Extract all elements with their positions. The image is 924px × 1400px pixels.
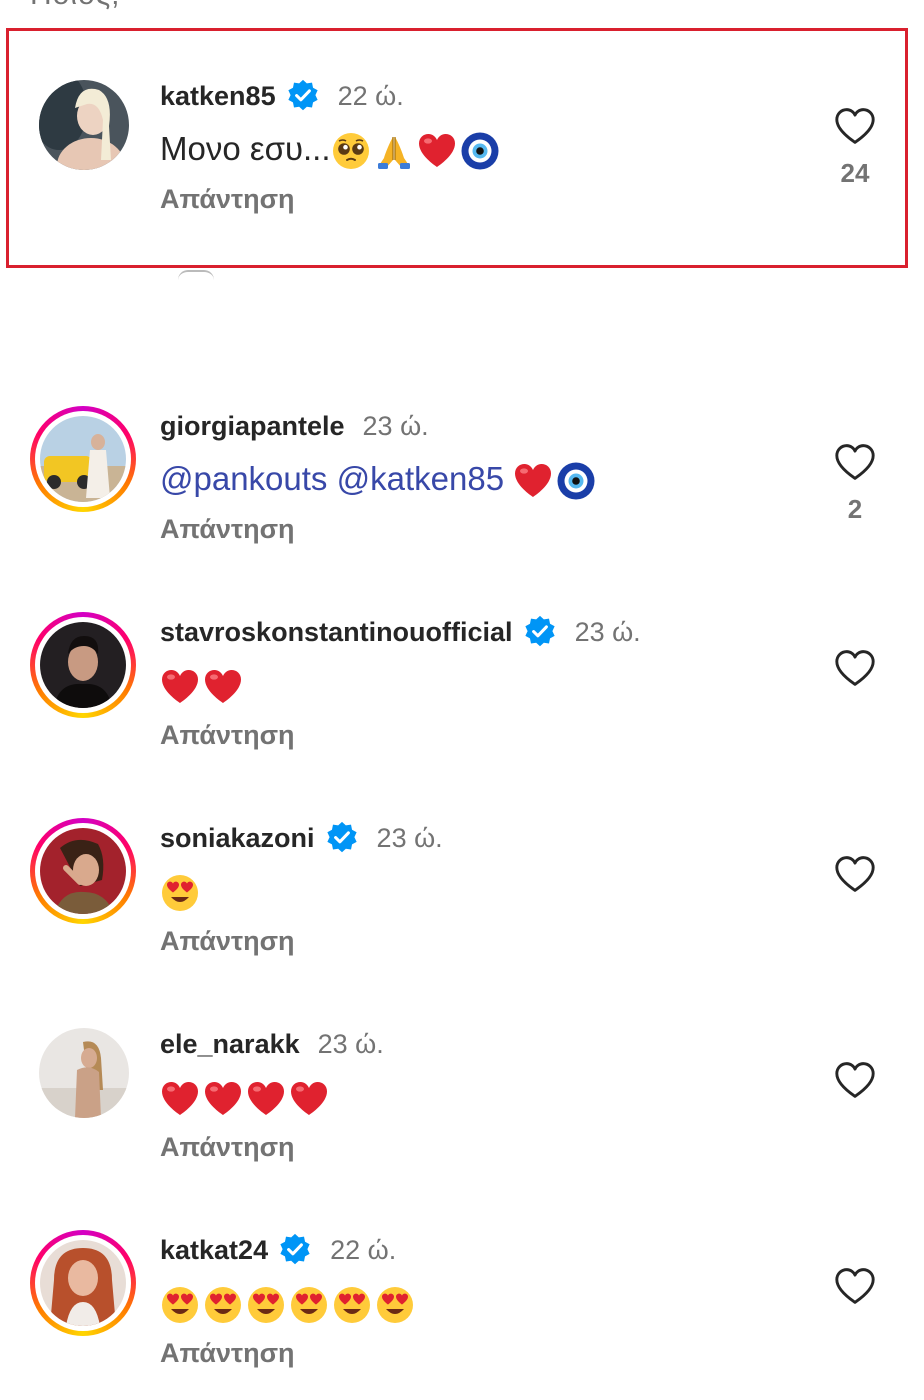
- comment-item: katken85 22 ώ. Μονο εσυ... Απάντηση 24: [0, 76, 924, 246]
- comment-item: katkat24 22 ώ. Απάντηση: [0, 1230, 924, 1400]
- comment-time: 23 ώ.: [376, 822, 443, 853]
- red-heart-emoji-icon: [160, 1079, 200, 1119]
- verified-badge-icon: [278, 1233, 312, 1267]
- avatar-image: [39, 1028, 129, 1118]
- comment-item: stavroskonstantinouofficial 23 ώ. Απάντη…: [0, 612, 924, 782]
- username[interactable]: ele_narakk: [160, 1029, 300, 1060]
- heart-eyes-emoji-icon: [160, 1285, 200, 1325]
- like-count: 2: [847, 494, 863, 524]
- avatar-image: [40, 828, 126, 914]
- comment-item: soniakazoni 23 ώ. Απάντηση: [0, 818, 924, 988]
- avatar-image: [39, 80, 129, 170]
- heart-eyes-emoji-icon: [160, 873, 200, 913]
- avatar[interactable]: [30, 1230, 136, 1336]
- avatar-image: [40, 622, 126, 708]
- red-heart-emoji-icon: [289, 1079, 329, 1119]
- username[interactable]: katken85: [160, 81, 276, 112]
- header-fragment: Ποιος;: [30, 0, 121, 12]
- comment-header: katkat24 22 ώ.: [160, 1232, 396, 1268]
- reply-button[interactable]: Απάντηση: [160, 184, 295, 215]
- comment-time: 22 ώ.: [337, 80, 404, 111]
- comment-body: Μονο εσυ...: [160, 130, 331, 167]
- heart-outline-icon[interactable]: [833, 1060, 877, 1100]
- username[interactable]: giorgiapantele: [160, 411, 345, 442]
- heart-outline-icon[interactable]: [833, 106, 877, 146]
- red-heart-emoji-icon: [513, 461, 553, 501]
- mention-link[interactable]: @pankouts: [160, 460, 327, 497]
- folded-hands-emoji-icon: [374, 131, 414, 171]
- comment-time: 23 ώ.: [362, 410, 429, 441]
- username[interactable]: soniakazoni: [160, 823, 315, 854]
- like-count: 24: [840, 158, 870, 188]
- comment-time: 22 ώ.: [330, 1234, 397, 1265]
- red-heart-emoji-icon: [246, 1079, 286, 1119]
- reply-button[interactable]: Απάντηση: [160, 720, 295, 751]
- comment-text: @pankouts @katken85: [160, 454, 599, 504]
- avatar[interactable]: [30, 818, 136, 924]
- heart-eyes-emoji-icon: [375, 1285, 415, 1325]
- heart-eyes-emoji-icon: [203, 1285, 243, 1325]
- comment-text: [160, 866, 203, 916]
- nazar-amulet-emoji-icon: [460, 131, 500, 171]
- comment-header: giorgiapantele 23 ώ.: [160, 408, 429, 444]
- avatar-image: [40, 1240, 126, 1326]
- heart-outline-icon[interactable]: [833, 442, 877, 482]
- avatar[interactable]: [30, 406, 136, 512]
- pleading-face-emoji-icon: [331, 131, 371, 171]
- heart-outline-icon[interactable]: [833, 1266, 877, 1306]
- like-control: 2: [830, 442, 880, 525]
- username[interactable]: stavroskonstantinouofficial: [160, 617, 513, 648]
- red-heart-emoji-icon: [160, 667, 200, 707]
- heart-outline-icon[interactable]: [833, 648, 877, 688]
- red-heart-emoji-icon: [417, 131, 457, 171]
- reply-button[interactable]: Απάντηση: [160, 1132, 295, 1163]
- reply-button[interactable]: Απάντηση: [160, 1338, 295, 1369]
- like-control: [830, 648, 880, 688]
- like-control: [830, 1060, 880, 1100]
- heart-outline-icon[interactable]: [833, 854, 877, 894]
- like-control: 24: [830, 106, 880, 189]
- verified-badge-icon: [325, 821, 359, 855]
- partial-avatar-edge: [178, 270, 214, 280]
- reply-button[interactable]: Απάντηση: [160, 926, 295, 957]
- red-heart-emoji-icon: [203, 667, 243, 707]
- comment-time: 23 ώ.: [317, 1028, 384, 1059]
- comment-item: giorgiapantele 23 ώ. @pankouts @katken85…: [0, 406, 924, 576]
- comment-text: Μονο εσυ...: [160, 124, 503, 174]
- mention-link[interactable]: @katken85: [337, 460, 504, 497]
- like-control: [830, 854, 880, 894]
- comment-text: [160, 660, 246, 710]
- comment-header: katken85 22 ώ.: [160, 78, 404, 114]
- red-heart-emoji-icon: [203, 1079, 243, 1119]
- heart-eyes-emoji-icon: [246, 1285, 286, 1325]
- comment-header: ele_narakk 23 ώ.: [160, 1026, 384, 1062]
- comment-header: stavroskonstantinouofficial 23 ώ.: [160, 614, 641, 650]
- comments-screen: Ποιος; katken85 22 ώ. Μονο εσυ... Απάντη…: [0, 0, 924, 1400]
- like-control: [830, 1266, 880, 1306]
- heart-eyes-emoji-icon: [332, 1285, 372, 1325]
- comment-text: [160, 1278, 418, 1328]
- verified-badge-icon: [523, 615, 557, 649]
- username[interactable]: katkat24: [160, 1235, 268, 1266]
- verified-badge-icon: [286, 79, 320, 113]
- reply-button[interactable]: Απάντηση: [160, 514, 295, 545]
- avatar-image: [40, 416, 126, 502]
- avatar[interactable]: [30, 612, 136, 718]
- comment-time: 23 ώ.: [574, 616, 641, 647]
- comment-item: ele_narakk 23 ώ. Απάντηση: [0, 1024, 924, 1194]
- heart-eyes-emoji-icon: [289, 1285, 329, 1325]
- comment-header: soniakazoni 23 ώ.: [160, 820, 443, 856]
- nazar-amulet-emoji-icon: [556, 461, 596, 501]
- comment-text: [160, 1072, 332, 1122]
- avatar[interactable]: [30, 76, 136, 182]
- avatar[interactable]: [30, 1024, 136, 1130]
